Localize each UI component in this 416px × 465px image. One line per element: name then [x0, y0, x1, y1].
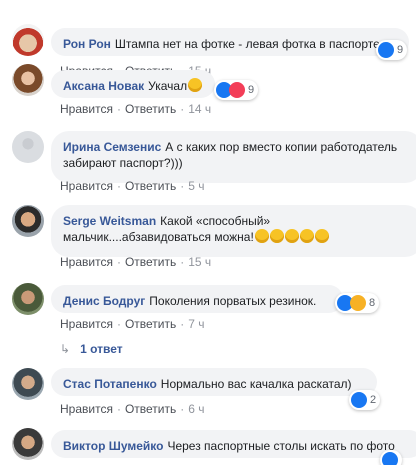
- comment-author[interactable]: Аксана Новак: [63, 79, 144, 93]
- comment-author[interactable]: Ирина Семзенис: [63, 140, 161, 154]
- reply-link[interactable]: Ответить: [125, 402, 176, 416]
- like-link[interactable]: Нравится: [60, 255, 113, 269]
- replies-count-label[interactable]: 1 ответ: [80, 342, 123, 356]
- reply-link[interactable]: Ответить: [125, 102, 176, 116]
- avatar[interactable]: [12, 283, 44, 315]
- comment-time[interactable]: 15 ч: [188, 255, 211, 269]
- haha-icon: [350, 295, 366, 311]
- comment: Денис Бодруг Поколения порватых резинок. …: [0, 283, 416, 343]
- rofl-emoji-icon: [299, 229, 314, 243]
- comment-author[interactable]: Виктор Шумейко: [63, 439, 163, 453]
- reaction-count: 9: [248, 84, 255, 96]
- avatar[interactable]: [12, 368, 44, 400]
- reactions-badge[interactable]: 9: [214, 80, 259, 100]
- like-link[interactable]: Нравится: [60, 102, 113, 116]
- comment-time[interactable]: 6 ч: [188, 402, 204, 416]
- comment-actions: Нравится · Ответить · 6 ч: [60, 402, 205, 416]
- comment-author[interactable]: Serge Weitsman: [63, 214, 156, 228]
- rofl-emoji-icon: [254, 229, 269, 243]
- comment: Serge Weitsman Какой «способный» мальчик.…: [0, 205, 416, 269]
- comment-bubble: Рон Рон Штампа нет на фотке - левая фотка…: [51, 28, 409, 56]
- comment-bubble: Виктор Шумейко Через паспортные столы иск…: [51, 430, 416, 458]
- view-replies-link[interactable]: ↳ 1 ответ: [60, 342, 123, 356]
- avatar[interactable]: [12, 205, 44, 237]
- comment-actions: Нравится·Ответить·15 ч: [60, 255, 212, 269]
- like-icon: [378, 42, 394, 58]
- comment-text: Нормально вас качалка раскатал): [160, 377, 352, 391]
- reply-link[interactable]: Ответить: [125, 179, 176, 193]
- comment-bubble: Денис Бодруг Поколения порватых резинок.: [51, 285, 343, 313]
- like-link[interactable]: Нравится: [60, 317, 113, 331]
- reaction-count: 9: [397, 44, 404, 56]
- reply-arrow-icon: ↳: [60, 342, 71, 356]
- comment-text: Укачал: [148, 79, 188, 93]
- comment-time[interactable]: 5 ч: [188, 179, 204, 193]
- comment-time[interactable]: 14 ч: [188, 102, 211, 116]
- comment-time[interactable]: 7 ч: [188, 317, 204, 331]
- rofl-emoji-icon: [269, 229, 284, 243]
- comment: Ирина Семзенис А с каких пор вместо копии…: [0, 131, 416, 193]
- avatar[interactable]: [12, 24, 44, 56]
- comment-author[interactable]: Рон Рон: [63, 37, 111, 51]
- reactions-badge[interactable]: 8: [335, 293, 380, 313]
- comment: Аксана Новак Укачал 9 Нравится · Ответить · 1…: [0, 64, 416, 124]
- rofl-emoji-icon: [284, 229, 299, 243]
- comment-text: Поколения порватых резинок.: [149, 294, 317, 308]
- love-icon: [229, 82, 245, 98]
- comment-text: Штампа нет на фотке - левая фотка в пасп…: [114, 37, 380, 51]
- comment-bubble: Serge Weitsman Какой «способный» мальчик.…: [51, 205, 416, 257]
- comment-text: Через паспортные столы искать по фото: [167, 439, 395, 453]
- avatar[interactable]: [12, 64, 44, 96]
- reactions-badge[interactable]: 2: [349, 390, 381, 410]
- like-link[interactable]: Нравится: [60, 179, 113, 193]
- comment-author[interactable]: Денис Бодруг: [63, 294, 145, 308]
- comment-actions: Нравится · Ответить · 7 ч: [60, 317, 205, 331]
- avatar[interactable]: [12, 428, 44, 460]
- like-icon: [351, 392, 367, 408]
- comment-actions: Нравится · Ответить · 14 ч: [60, 102, 212, 116]
- reply-link[interactable]: Ответить: [125, 317, 176, 331]
- reply-link[interactable]: Ответить: [125, 255, 176, 269]
- like-link[interactable]: Нравится: [60, 402, 113, 416]
- comment-bubble: Аксана Новак Укачал: [51, 70, 215, 98]
- comment: Стас Потапенко Нормально вас качалка раск…: [0, 368, 416, 428]
- comment-bubble: Стас Потапенко Нормально вас качалка раск…: [51, 368, 377, 396]
- reaction-count: 2: [370, 394, 377, 406]
- comment-author[interactable]: Стас Потапенко: [63, 377, 157, 391]
- avatar[interactable]: [12, 131, 44, 163]
- reactions-badge[interactable]: 9: [376, 40, 408, 60]
- rofl-emoji-icon: [314, 229, 329, 243]
- comment-bubble: Ирина Семзенис А с каких пор вместо копии…: [51, 131, 416, 183]
- comment: Виктор Шумейко Через паспортные столы иск…: [0, 428, 416, 465]
- grinning-emoji-icon: [188, 78, 203, 92]
- comment-actions: Нравится · Ответить · 5 ч: [60, 179, 205, 193]
- like-icon: [382, 452, 398, 465]
- reaction-count: 8: [369, 297, 376, 309]
- reactions-badge[interactable]: [380, 450, 402, 465]
